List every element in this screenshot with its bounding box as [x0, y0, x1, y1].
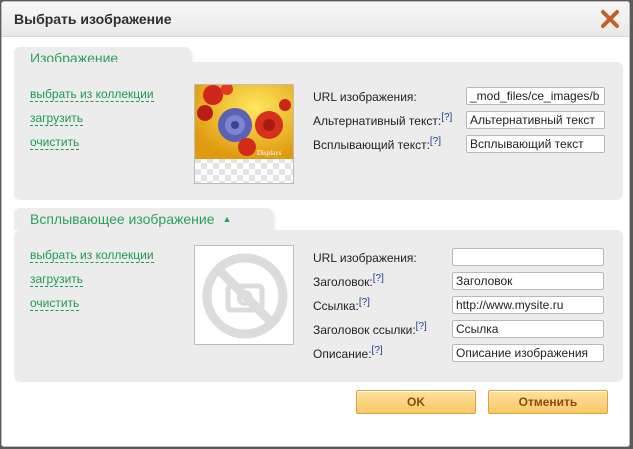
cancel-button[interactable]: Отменить: [488, 390, 608, 414]
help-icon[interactable]: [?]: [359, 297, 370, 308]
clear-link[interactable]: очистить: [30, 135, 80, 150]
choose-from-collection-link[interactable]: выбрать из коллекции: [30, 87, 154, 102]
alt-text-label-text: Альтернативный текст:: [313, 114, 442, 128]
description-input[interactable]: Описание изображения: [452, 344, 604, 362]
tooltip-label: Всплывающий текст:[?]: [313, 136, 441, 152]
thumbnail-caption: Displays: [257, 149, 282, 157]
popup-clear-link[interactable]: очистить: [30, 296, 80, 311]
help-icon[interactable]: [?]: [441, 112, 452, 123]
title-bar: Выбрать изображение: [2, 2, 629, 37]
heading-input[interactable]: Заголовок: [452, 272, 604, 290]
tooltip-input[interactable]: Всплывающий текст: [466, 135, 605, 153]
image-thumbnail: Displays: [194, 84, 294, 184]
url-label: URL изображения:: [313, 90, 417, 104]
popup-upload-link[interactable]: загрузить: [30, 272, 84, 287]
popup-choose-from-collection-link[interactable]: выбрать из коллекции: [30, 248, 154, 263]
heading-label: Заголовок:[?]: [313, 273, 384, 289]
link-label-text: Ссылка:: [313, 299, 359, 313]
dialog-title: Выбрать изображение: [14, 11, 172, 27]
no-image-icon: [202, 253, 288, 339]
collapse-arrow-icon[interactable]: ▲: [223, 214, 232, 224]
image-panel: [14, 62, 623, 200]
tab-popup-image[interactable]: Всплывающее изображение ▲: [14, 208, 276, 230]
link-label: Ссылка:[?]: [313, 297, 370, 313]
description-label-text: Описание:: [313, 347, 372, 361]
popup-image-placeholder: [194, 245, 294, 345]
popup-url-input[interactable]: [452, 248, 604, 266]
close-icon[interactable]: [599, 8, 621, 30]
link-input[interactable]: http://www.mysite.ru: [452, 296, 604, 314]
help-icon[interactable]: [?]: [416, 321, 427, 332]
upload-link[interactable]: загрузить: [30, 111, 84, 126]
ok-button[interactable]: OK: [356, 390, 476, 414]
heading-label-text: Заголовок:: [313, 275, 373, 289]
description-label: Описание:[?]: [313, 345, 383, 361]
url-input[interactable]: _mod_files/ce_images/b: [466, 87, 605, 105]
help-icon[interactable]: [?]: [430, 136, 441, 147]
help-icon[interactable]: [?]: [373, 273, 384, 284]
help-icon[interactable]: [?]: [372, 345, 383, 356]
link-title-input[interactable]: Ссылка: [452, 320, 604, 338]
link-title-label: Заголовок ссылки:[?]: [313, 321, 427, 337]
tab-popup-label: Всплывающее изображение: [30, 211, 215, 227]
alt-text-label: Альтернативный текст:[?]: [313, 112, 452, 128]
alt-text-input[interactable]: Альтернативный текст: [466, 111, 605, 129]
tooltip-label-text: Всплывающий текст:: [313, 138, 430, 152]
popup-url-label: URL изображения:: [313, 251, 417, 265]
link-title-label-text: Заголовок ссылки:: [313, 323, 416, 337]
